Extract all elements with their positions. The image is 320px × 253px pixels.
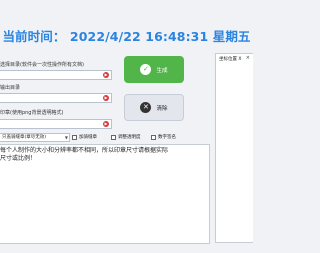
stamp-image-field[interactable]: ▶ <box>0 119 112 129</box>
arrow-right-icon[interactable]: ▶ <box>103 72 109 78</box>
transparency-checkbox[interactable]: 调整透明度 <box>111 134 141 140</box>
coordinate-panel: 坐标位置 X × <box>215 53 253 243</box>
date-value: 2022/4/22 <box>69 29 141 44</box>
output-line: 每个人制作的大小和分辨率都不相同，所以印章尺寸请根据实际 <box>0 147 169 154</box>
generate-label: 生成 <box>156 67 168 74</box>
stamp-mode-select[interactable]: 只盖骑缝章(章尽无效) ▼ <box>0 133 70 142</box>
chevron-down-icon[interactable]: ▼ <box>65 134 68 141</box>
arrow-right-icon[interactable]: ▶ <box>103 95 109 101</box>
riding-seam-checkbox[interactable]: 加骑缝章 <box>72 134 97 140</box>
output-log[interactable]: 每个人制作的大小和分辨率都不相同，所以印章尺寸请根据实际 尺寸或比例！ <box>0 144 210 244</box>
output-dir-hint: 输出目录 <box>0 85 21 91</box>
weekday-value: 星期五 <box>212 29 251 44</box>
source-dir-field[interactable]: ▶ <box>0 70 112 80</box>
digital-signature-checkbox[interactable]: 数字签名 <box>151 134 176 140</box>
arrow-right-icon[interactable]: ▶ <box>103 121 109 127</box>
options-bar: 只盖骑缝章(章尽无效) ▼ 加骑缝章 调整透明度 数字签名 <box>0 133 215 142</box>
checkbox-box[interactable] <box>111 134 116 140</box>
generate-button[interactable]: ✓ 生成 <box>124 56 184 83</box>
panel-title: 坐标位置 X <box>219 57 242 62</box>
output-dir-field[interactable]: ▶ <box>0 93 112 103</box>
check-circle-icon: ✓ <box>140 64 152 75</box>
clear-label: 清除 <box>156 105 168 112</box>
output-line: 尺寸或比例！ <box>0 155 37 162</box>
stamp-image-hint: 印章(使用png背景透明格式) <box>0 110 64 116</box>
checkbox-box[interactable] <box>151 134 156 140</box>
time-value: 16:48:31 <box>145 29 209 44</box>
digital-signature-label: 数字签名 <box>158 135 176 140</box>
time-label: 当前时间： <box>2 29 66 44</box>
source-dir-hint: 选择目录(软件会一次性操作所有文档) <box>0 62 84 68</box>
close-icon[interactable]: × <box>246 55 250 61</box>
clear-button[interactable]: ✕ 清除 <box>124 94 184 121</box>
checkbox-box[interactable] <box>72 134 77 140</box>
current-time-display: 当前时间： 2022/4/22 16:48:31 星期五 <box>0 26 253 45</box>
transparency-label: 调整透明度 <box>118 135 141 140</box>
x-circle-icon: ✕ <box>140 102 152 113</box>
riding-seam-label: 加骑缝章 <box>79 135 97 140</box>
stamp-mode-value: 只盖骑缝章(章尽无效) <box>2 135 47 140</box>
